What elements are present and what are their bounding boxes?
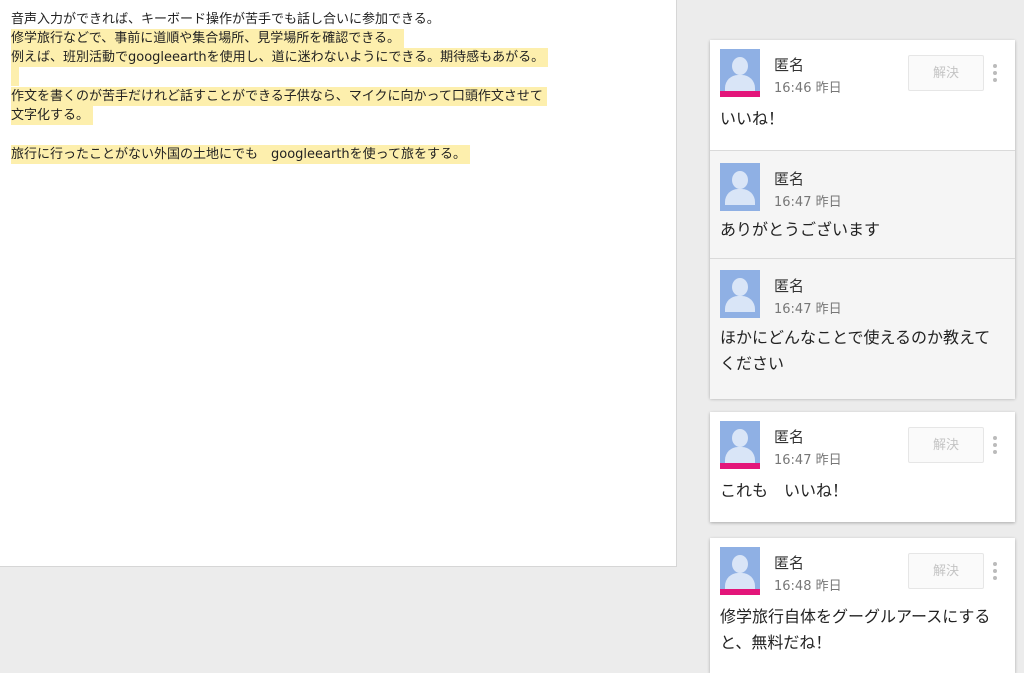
comment-reply: 匿名 16:47 昨日 ほかにどんなことで使えるのか教えて ください [710, 258, 1015, 399]
avatar [720, 163, 760, 211]
comment-author: 匿名 [774, 56, 805, 74]
resolve-button[interactable]: 解決 [908, 427, 984, 463]
comment-text: ありがとうございます [720, 220, 881, 239]
comment-timestamp[interactable]: 16:47 昨日 [774, 298, 842, 317]
document-line[interactable]: 音声入力ができれば、キーボード操作が苦手でも話し合いに参加できる。 [11, 10, 440, 29]
document-line-highlighted[interactable]: 例えば、班別活動でgoogleearthを使用し、道に迷わないようにできる。期待… [11, 48, 549, 67]
comment-text: ほかにどんなことで使えるのか教えて ください [720, 328, 991, 373]
document-line-highlighted[interactable]: 修学旅行などで、事前に道順や集合場所、見学場所を確認できる。 [11, 29, 404, 48]
avatar [720, 270, 760, 318]
unread-stripe [720, 589, 760, 595]
comment-timestamp[interactable]: 16:46 昨日 [774, 77, 842, 96]
comment-author: 匿名 [774, 170, 805, 188]
more-options-icon[interactable] [992, 64, 998, 84]
resolve-button[interactable]: 解決 [908, 55, 984, 91]
more-options-icon[interactable] [992, 562, 998, 582]
comment-author: 匿名 [774, 428, 805, 446]
avatar [720, 49, 760, 97]
document-line-highlighted[interactable]: 文字化する。 [11, 106, 94, 125]
comment-entry: 匿名 16:48 昨日 解決 修学旅行自体をグーグルアースにする と、無料だね！ [710, 538, 1015, 673]
document-line-highlighted[interactable]: 作文を書くのが苦手だけれど話すことができる子供なら、マイクに向かって口頭作文させ… [11, 87, 547, 106]
highlighted-empty-line [11, 67, 19, 86]
avatar [720, 547, 760, 595]
document-line-highlighted[interactable]: 旅行に行ったことがない外国の土地にでも googleearthを使って旅をする。 [11, 145, 471, 164]
more-options-icon[interactable] [992, 436, 998, 456]
comment-text: これも いいね！ [720, 481, 849, 500]
comment-thread[interactable]: 匿名 16:46 昨日 解決 いいね！ 匿名 16:47 昨日 ありがとうござい… [710, 40, 1015, 399]
comment-timestamp[interactable]: 16:47 昨日 [774, 449, 842, 468]
resolve-button[interactable]: 解決 [908, 553, 984, 589]
comment-timestamp[interactable]: 16:47 昨日 [774, 191, 842, 210]
comment-timestamp[interactable]: 16:48 昨日 [774, 575, 842, 594]
unread-stripe [720, 463, 760, 469]
comment-author: 匿名 [774, 277, 805, 295]
comment-thread[interactable]: 匿名 16:48 昨日 解決 修学旅行自体をグーグルアースにする と、無料だね！ [710, 538, 1015, 673]
comment-author: 匿名 [774, 554, 805, 572]
document-page[interactable]: 音声入力ができれば、キーボード操作が苦手でも話し合いに参加できる。 修学旅行など… [0, 0, 677, 567]
comment-reply: 匿名 16:47 昨日 ありがとうございます [710, 150, 1015, 258]
comment-text: 修学旅行自体をグーグルアースにする と、無料だね！ [720, 607, 991, 652]
comment-entry: 匿名 16:47 昨日 解決 これも いいね！ [710, 412, 1015, 522]
unread-stripe [720, 91, 760, 97]
comment-thread[interactable]: 匿名 16:47 昨日 解決 これも いいね！ [710, 412, 1015, 522]
avatar [720, 421, 760, 469]
comment-text: いいね！ [720, 109, 785, 128]
comment-entry: 匿名 16:46 昨日 解決 いいね！ [710, 40, 1015, 150]
